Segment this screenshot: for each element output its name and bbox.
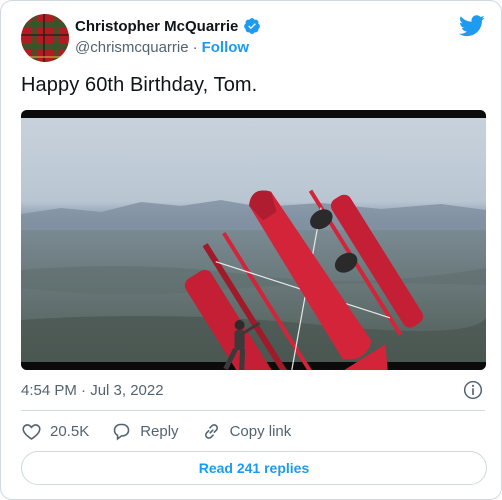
avatar[interactable] bbox=[21, 14, 69, 62]
link-icon bbox=[204, 424, 218, 439]
heart-icon bbox=[22, 424, 41, 440]
reply-label: Reply bbox=[140, 423, 179, 440]
tweet-timestamp[interactable]: 4:54 PM · Jul 3, 2022 bbox=[21, 382, 164, 399]
biplane-photo bbox=[21, 110, 486, 370]
info-icon[interactable] bbox=[463, 380, 483, 400]
read-replies-button[interactable]: Read 241 replies bbox=[21, 451, 487, 485]
tweet-card: Christopher McQuarrie @chrismcquarrie · … bbox=[0, 0, 502, 500]
reply-button[interactable]: Reply bbox=[111, 421, 179, 442]
twitter-bird-icon[interactable] bbox=[459, 15, 485, 37]
author-handle[interactable]: @chrismcquarrie bbox=[75, 39, 189, 56]
action-bar: 20.5K Reply Copy link bbox=[21, 421, 313, 442]
copy-link-button[interactable]: Copy link bbox=[201, 421, 292, 442]
avatar-tartan-image bbox=[21, 14, 69, 62]
author-handle-row: @chrismcquarrie · Follow bbox=[75, 39, 249, 56]
author-name-row: Christopher McQuarrie bbox=[75, 17, 261, 35]
like-button[interactable]: 20.5K bbox=[21, 421, 89, 442]
separator-dot: · bbox=[192, 39, 198, 56]
author-display-name[interactable]: Christopher McQuarrie bbox=[75, 18, 238, 35]
divider bbox=[21, 410, 485, 411]
verified-badge-icon bbox=[244, 18, 261, 34]
tweet-text: Happy 60th Birthday, Tom. bbox=[21, 74, 258, 96]
follow-link[interactable]: Follow bbox=[202, 39, 250, 56]
like-count: 20.5K bbox=[50, 423, 90, 440]
tweet-media-image[interactable] bbox=[21, 110, 486, 370]
copy-link-label: Copy link bbox=[229, 423, 292, 440]
reply-bubble-icon bbox=[113, 423, 130, 441]
